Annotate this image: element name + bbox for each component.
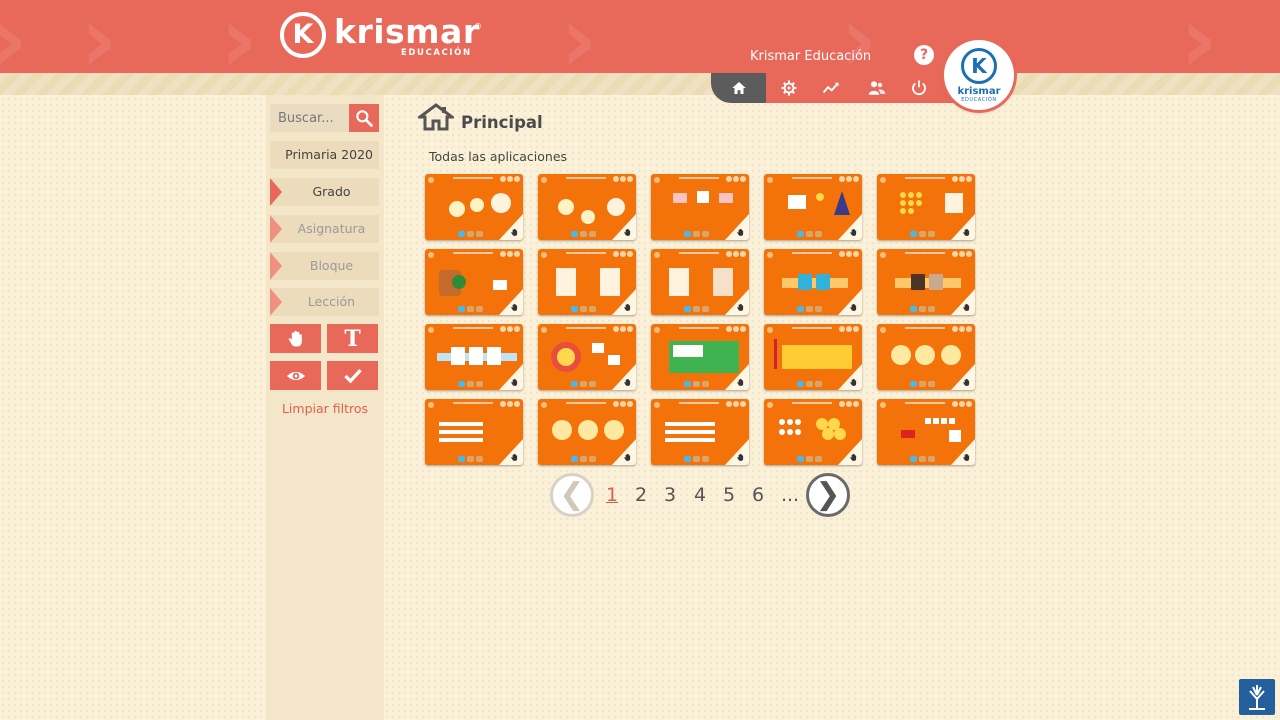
brand-name: krismar (334, 12, 480, 51)
app-card[interactable] (764, 399, 862, 465)
hand-icon (737, 228, 744, 236)
app-card[interactable] (877, 174, 975, 240)
tool-eye-button[interactable] (270, 361, 321, 390)
app-card[interactable] (651, 249, 749, 315)
app-header: › › › › › › K krismar ® EDUCACIÓN Krisma… (0, 0, 1280, 73)
app-card[interactable] (651, 399, 749, 465)
app-card[interactable] (764, 174, 862, 240)
page-number[interactable]: 2 (632, 484, 650, 506)
header-decoration: › (560, 0, 598, 73)
hand-icon (737, 453, 744, 461)
app-card[interactable] (651, 324, 749, 390)
brand-subtitle: EDUCACIÓN (401, 48, 472, 58)
next-page-button[interactable]: ❯ (806, 473, 850, 517)
hand-icon (511, 453, 518, 461)
search-icon (356, 110, 373, 127)
power-icon (912, 80, 926, 96)
header-decoration: › (80, 0, 118, 73)
page-title: Principal (461, 113, 543, 132)
hand-icon (850, 303, 857, 311)
app-card[interactable] (538, 174, 636, 240)
filter-bloque[interactable]: Bloque (270, 252, 379, 280)
brand-badge[interactable]: K krismar EDUCACIÓN (944, 40, 1014, 110)
year-filter[interactable]: Primaria 2020 (270, 141, 379, 169)
app-card[interactable] (877, 249, 975, 315)
users-icon (868, 81, 886, 95)
hand-icon (850, 378, 857, 386)
filter-asignatura[interactable]: Asignatura (270, 215, 379, 243)
hand-icon (511, 303, 518, 311)
header-band (0, 73, 1280, 95)
badge-k-icon: K (961, 48, 997, 84)
tool-check-button[interactable] (327, 361, 378, 390)
gear-icon (781, 80, 797, 96)
app-card[interactable] (877, 399, 975, 465)
page-number[interactable]: 5 (720, 484, 738, 506)
hand-icon (963, 228, 970, 236)
app-card[interactable] (764, 249, 862, 315)
home-icon (418, 103, 454, 131)
prev-page-button[interactable]: ❮ (550, 473, 594, 517)
hand-icon (624, 378, 631, 386)
section-label: Todas las aplicaciones (429, 149, 568, 164)
hand-icon (624, 228, 631, 236)
check-icon (343, 368, 362, 383)
app-card[interactable] (425, 249, 523, 315)
hand-icon (624, 303, 631, 311)
text-icon: T (344, 325, 361, 352)
clear-filters-link[interactable]: Limpiar filtros (270, 401, 380, 416)
app-card[interactable] (425, 324, 523, 390)
filter-leccion[interactable]: Lección (270, 288, 379, 316)
hand-icon (963, 378, 970, 386)
tool-text-button[interactable]: T (327, 324, 378, 353)
app-card[interactable] (538, 324, 636, 390)
hand-icon (511, 228, 518, 236)
hand-icon (624, 453, 631, 461)
hand-icon (850, 453, 857, 461)
logo-k-icon: K (280, 12, 326, 58)
home-icon (731, 82, 746, 94)
nav-stats[interactable] (809, 73, 853, 103)
help-button[interactable]: ? (914, 45, 934, 65)
search-input[interactable] (270, 104, 350, 132)
hand-icon (511, 378, 518, 386)
app-card[interactable] (764, 324, 862, 390)
page-number[interactable]: 6 (749, 484, 767, 506)
nav-settings[interactable] (767, 73, 811, 103)
page-number[interactable]: 4 (691, 484, 709, 506)
hand-icon (963, 303, 970, 311)
hand-icon (737, 303, 744, 311)
user-name: Krismar Educación (750, 49, 872, 64)
tool-hand-button[interactable] (270, 324, 321, 353)
app-card[interactable] (538, 249, 636, 315)
header-decoration: › (0, 0, 28, 73)
nav-users[interactable] (855, 73, 899, 103)
eye-icon (286, 371, 305, 380)
nav-logout[interactable] (897, 73, 941, 103)
app-card[interactable] (877, 324, 975, 390)
search-button[interactable] (349, 104, 379, 132)
app-card[interactable] (425, 399, 523, 465)
header-decoration: › (220, 0, 258, 73)
nav-home[interactable] (711, 73, 766, 103)
app-card[interactable] (538, 399, 636, 465)
hand-icon (737, 378, 744, 386)
page-number[interactable]: 1 (603, 484, 621, 506)
app-card[interactable] (425, 174, 523, 240)
hand-icon (288, 330, 302, 346)
app-card[interactable] (651, 174, 749, 240)
filter-grado[interactable]: Grado (270, 178, 379, 206)
chart-icon (822, 82, 839, 94)
hand-icon (963, 453, 970, 461)
header-decoration: › (1180, 0, 1218, 73)
tree-logo-icon[interactable] (1239, 679, 1275, 715)
page-number[interactable]: 3 (661, 484, 679, 506)
main-nav (711, 73, 976, 103)
page-ellipsis: ... (780, 484, 800, 506)
hand-icon (850, 228, 857, 236)
